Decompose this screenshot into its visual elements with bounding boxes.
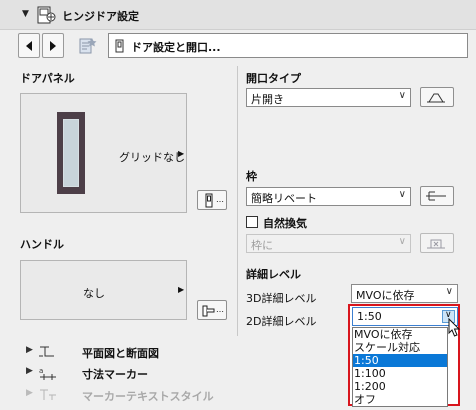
page-selector[interactable]: ドア設定と開口...	[108, 33, 468, 58]
chevron-down-icon: ∨	[445, 286, 453, 297]
dropdown-option-selected[interactable]: 1:50	[353, 354, 447, 367]
dropdown-option[interactable]: スケール対応	[353, 341, 447, 354]
opening-type-value: 片開き	[251, 93, 284, 106]
section-dimension-marker[interactable]: ▶ a 寸法マーカー	[18, 363, 348, 383]
frame-value: 簡略リベート	[251, 192, 317, 205]
more-dots-icon: …	[216, 195, 224, 204]
section-marker-text-style: ▶ マーカーテキストスタイル	[18, 385, 348, 405]
chevron-down-icon: ∨	[398, 236, 406, 247]
natural-vent-value: 枠に	[251, 239, 273, 252]
door-panel-image	[57, 112, 85, 194]
opening-type-options-button[interactable]	[420, 87, 454, 107]
door-panel-options-button[interactable]: …	[197, 190, 227, 210]
opening-type-label: 開口タイプ	[246, 72, 301, 85]
prev-page-button[interactable]	[18, 33, 40, 58]
frame-select[interactable]: 簡略リベート ∨	[246, 187, 411, 206]
dropdown-option[interactable]: 1:100	[353, 367, 447, 380]
door-panel-grid-value: グリッドなし	[119, 151, 185, 164]
section-floorplan-and-section[interactable]: ▶ 平面図と断面図	[18, 342, 348, 362]
detail-3d-label: 3D詳細レベル	[246, 292, 317, 305]
opening-swing-icon	[427, 93, 445, 103]
expand-chevron-icon: ▶	[26, 345, 33, 355]
door-handle-icon	[202, 305, 215, 317]
panel-title: ヒンジドア設定	[62, 10, 139, 23]
floor-plan-section-icon	[39, 346, 54, 357]
handle-value: なし	[83, 287, 105, 300]
dropdown-option[interactable]: MVOに依存	[353, 328, 447, 341]
detail-3d-value: MVOに依存	[356, 289, 415, 302]
door-panel-label: ドアパネル	[20, 72, 75, 85]
handle-label: ハンドル	[20, 238, 64, 251]
handle-options-button[interactable]: …	[197, 300, 227, 320]
arrow-right-icon	[50, 40, 56, 51]
hinged-door-settings-icon	[37, 6, 56, 24]
chevron-down-icon: ∨	[398, 90, 406, 101]
detail-3d-select[interactable]: MVOに依存 ∨	[351, 284, 458, 303]
mouse-cursor-icon	[448, 318, 461, 337]
next-page-button[interactable]	[42, 33, 64, 58]
dropdown-option[interactable]: オフ	[353, 393, 447, 406]
detail-level-label: 詳細レベル	[246, 268, 301, 281]
natural-vent-options-button	[420, 233, 454, 253]
chevron-right-icon: ▶	[178, 285, 185, 294]
detail-2d-select[interactable]: 1:50 ∨	[352, 307, 458, 326]
detail-2d-options-list[interactable]: MVOに依存 スケール対応 1:50 1:100 1:200 オフ	[352, 327, 448, 407]
chevron-right-icon: ▶	[178, 149, 185, 158]
chevron-down-icon: ∨	[398, 189, 406, 200]
more-dots-icon: …	[216, 305, 224, 314]
page-nav-bar: ドア設定と開口...	[18, 33, 470, 60]
svg-text:a: a	[39, 367, 43, 375]
natural-vent-label: 自然換気	[263, 217, 307, 230]
door-page-icon	[115, 39, 124, 53]
page-selector-label: ドア設定と開口...	[131, 41, 221, 54]
vent-icon	[427, 239, 445, 249]
section-label: マーカーテキストスタイル	[82, 390, 214, 403]
marker-text-style-icon	[40, 389, 56, 400]
detail-2d-label: 2D詳細レベル	[246, 315, 317, 328]
frame-profile-icon	[426, 191, 446, 201]
frame-options-button[interactable]	[420, 186, 454, 206]
handle-preview[interactable]: なし ▶	[20, 260, 187, 320]
detail-2d-value: 1:50	[357, 310, 382, 323]
section-label: 寸法マーカー	[82, 368, 148, 381]
expand-chevron-icon: ▶	[26, 366, 33, 376]
favorites-list-icon[interactable]	[78, 36, 98, 56]
section-label: 平面図と断面図	[82, 347, 159, 360]
door-leaf-icon	[205, 193, 213, 208]
dropdown-option[interactable]: 1:200	[353, 380, 447, 393]
column-divider	[237, 66, 238, 336]
frame-label: 枠	[246, 170, 257, 183]
opening-type-select[interactable]: 片開き ∨	[246, 88, 411, 107]
natural-vent-select: 枠に ∨	[246, 234, 411, 253]
dimension-marker-icon: a	[39, 367, 56, 380]
expand-chevron-icon: ▶	[26, 388, 33, 398]
arrow-left-icon	[26, 40, 32, 51]
collapse-chevron-icon[interactable]: ▼	[22, 9, 29, 19]
door-panel-preview[interactable]: グリッドなし ▶	[20, 93, 187, 213]
natural-vent-checkbox[interactable]	[246, 216, 258, 228]
